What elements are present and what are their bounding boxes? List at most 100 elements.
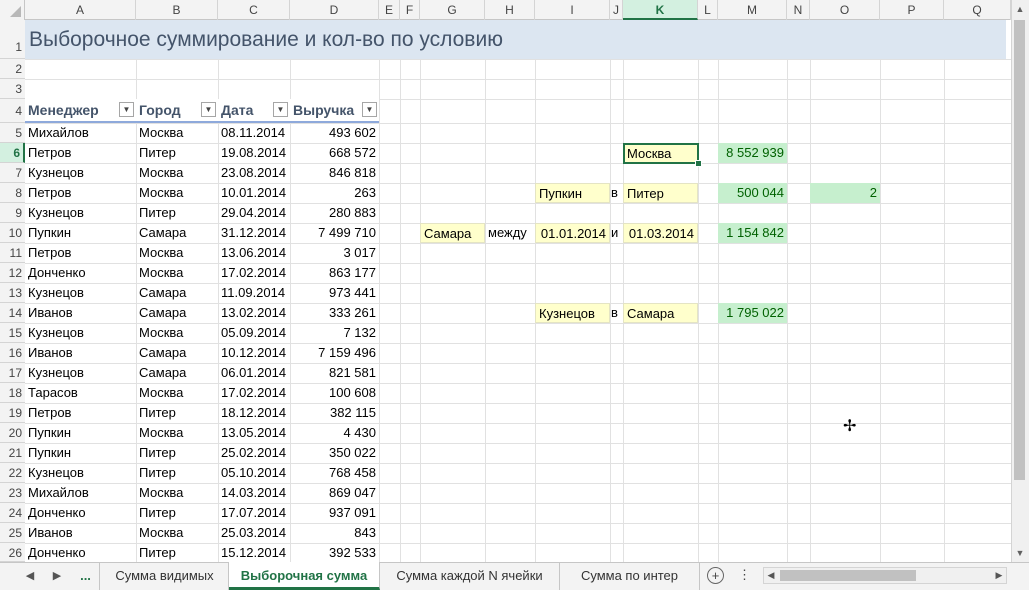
manager-cell[interactable]: Иванов (25, 343, 136, 363)
column-header-g[interactable]: G (420, 0, 485, 20)
date-cell[interactable]: 08.11.2014 (218, 123, 290, 143)
date-cell[interactable]: 06.01.2014 (218, 363, 290, 383)
date-cell[interactable]: 19.08.2014 (218, 143, 290, 163)
date-cell[interactable]: 17.07.2014 (218, 503, 290, 523)
column-header-j[interactable]: J (610, 0, 623, 20)
city-cell[interactable]: Питер (136, 543, 218, 562)
date-cell[interactable]: 10.12.2014 (218, 343, 290, 363)
column-header-q[interactable]: Q (944, 0, 1011, 20)
manager-cell[interactable]: Михайлов (25, 483, 136, 503)
revenue-cell[interactable]: 843 (290, 523, 379, 543)
date-cell[interactable]: 13.05.2014 (218, 423, 290, 443)
manager-cell[interactable]: Кузнецов (25, 283, 136, 303)
city-cell[interactable]: Москва (136, 243, 218, 263)
city-cell[interactable]: Питер (136, 463, 218, 483)
city-cell[interactable]: Питер (136, 503, 218, 523)
revenue-cell[interactable]: 7 499 710 (290, 223, 379, 243)
row-header-24[interactable]: 24 (0, 503, 25, 523)
date-cell[interactable]: 17.02.2014 (218, 383, 290, 403)
manager-cell[interactable]: Петров (25, 183, 136, 203)
city-cell[interactable]: Питер (136, 403, 218, 423)
row-header-2[interactable]: 2 (0, 59, 25, 79)
manager-cell[interactable]: Иванов (25, 303, 136, 323)
row-header-13[interactable]: 13 (0, 283, 25, 303)
worksheet-grid[interactable]: Выборочное суммирование и кол-во по усло… (25, 20, 1011, 562)
row-header-18[interactable]: 18 (0, 383, 25, 403)
criteria-city3-cell[interactable]: Самара (420, 223, 485, 243)
add-sheet-icon[interactable]: + (707, 567, 724, 584)
row-header-20[interactable]: 20 (0, 423, 25, 443)
revenue-cell[interactable]: 4 430 (290, 423, 379, 443)
filter-dropdown-icon[interactable]: ▼ (201, 102, 216, 117)
date-cell[interactable]: 15.12.2014 (218, 543, 290, 562)
manager-cell[interactable]: Пупкин (25, 443, 136, 463)
column-header-h[interactable]: H (485, 0, 535, 20)
column-header-o[interactable]: O (810, 0, 880, 20)
row-header-1[interactable]: 1 (0, 20, 25, 59)
row-header-15[interactable]: 15 (0, 323, 25, 343)
more-options-icon[interactable]: ⋮ (738, 566, 751, 584)
row-header-6[interactable]: 6 (0, 143, 25, 163)
city-cell[interactable]: Москва (136, 383, 218, 403)
manager-cell[interactable]: Кузнецов (25, 203, 136, 223)
date-cell[interactable]: 18.12.2014 (218, 403, 290, 423)
manager-cell[interactable]: Петров (25, 143, 136, 163)
row-header-25[interactable]: 25 (0, 523, 25, 543)
manager-cell[interactable]: Михайлов (25, 123, 136, 143)
date-cell[interactable]: 25.03.2014 (218, 523, 290, 543)
revenue-cell[interactable]: 392 533 (290, 543, 379, 562)
revenue-cell[interactable]: 768 458 (290, 463, 379, 483)
column-header-n[interactable]: N (787, 0, 810, 20)
revenue-cell[interactable]: 100 608 (290, 383, 379, 403)
revenue-cell[interactable]: 280 883 (290, 203, 379, 223)
manager-cell[interactable]: Кузнецов (25, 363, 136, 383)
criteria-city-cell[interactable]: Москва (623, 143, 699, 164)
city-cell[interactable]: Москва (136, 523, 218, 543)
revenue-cell[interactable]: 350 022 (290, 443, 379, 463)
result-sum-by-city[interactable]: 8 552 939 (718, 143, 787, 163)
manager-cell[interactable]: Кузнецов (25, 163, 136, 183)
tab-every-n-cell-sum[interactable]: Сумма каждой N ячейки (380, 562, 560, 590)
manager-cell[interactable]: Кузнецов (25, 323, 136, 343)
criteria-manager-cell[interactable]: Пупкин (535, 183, 610, 203)
date-cell[interactable]: 05.10.2014 (218, 463, 290, 483)
row-header-22[interactable]: 22 (0, 463, 25, 483)
column-header-k[interactable]: K (623, 0, 698, 20)
scroll-left-arrow-icon[interactable]: ◀ (764, 568, 778, 583)
revenue-cell[interactable]: 3 017 (290, 243, 379, 263)
row-header-11[interactable]: 11 (0, 243, 25, 263)
manager-cell[interactable]: Тарасов (25, 383, 136, 403)
revenue-cell[interactable]: 7 132 (290, 323, 379, 343)
criteria-city4-cell[interactable]: Самара (623, 303, 698, 323)
manager-cell[interactable]: Петров (25, 403, 136, 423)
revenue-cell[interactable]: 973 441 (290, 283, 379, 303)
result-sum-city-dates[interactable]: 1 154 842 (718, 223, 787, 243)
date-cell[interactable]: 05.09.2014 (218, 323, 290, 343)
result-sum-manager2-city[interactable]: 1 795 022 (718, 303, 787, 323)
column-header-b[interactable]: B (136, 0, 218, 20)
revenue-cell[interactable]: 863 177 (290, 263, 379, 283)
date-cell[interactable]: 25.02.2014 (218, 443, 290, 463)
criteria-city2-cell[interactable]: Питер (623, 183, 698, 203)
city-cell[interactable]: Москва (136, 423, 218, 443)
scroll-right-arrow-icon[interactable]: ▶ (992, 568, 1006, 583)
revenue-cell[interactable]: 846 818 (290, 163, 379, 183)
column-header-e[interactable]: E (379, 0, 400, 20)
city-cell[interactable]: Самара (136, 223, 218, 243)
city-cell[interactable]: Москва (136, 483, 218, 503)
column-header-l[interactable]: L (698, 0, 718, 20)
revenue-cell[interactable]: 668 572 (290, 143, 379, 163)
date-cell[interactable]: 11.09.2014 (218, 283, 290, 303)
tab-interval-sum[interactable]: Сумма по интер (560, 562, 700, 590)
date-cell[interactable]: 31.12.2014 (218, 223, 290, 243)
date-cell[interactable]: 17.02.2014 (218, 263, 290, 283)
result-count-manager-city[interactable]: 2 (810, 183, 880, 203)
manager-cell[interactable]: Петров (25, 243, 136, 263)
row-header-23[interactable]: 23 (0, 483, 25, 503)
city-cell[interactable]: Питер (136, 203, 218, 223)
prev-sheet-icon[interactable]: ◀ (21, 567, 39, 585)
horizontal-scroll-thumb[interactable] (780, 570, 916, 581)
column-header-i[interactable]: I (535, 0, 610, 20)
city-cell[interactable]: Москва (136, 123, 218, 143)
column-header-m[interactable]: M (718, 0, 787, 20)
